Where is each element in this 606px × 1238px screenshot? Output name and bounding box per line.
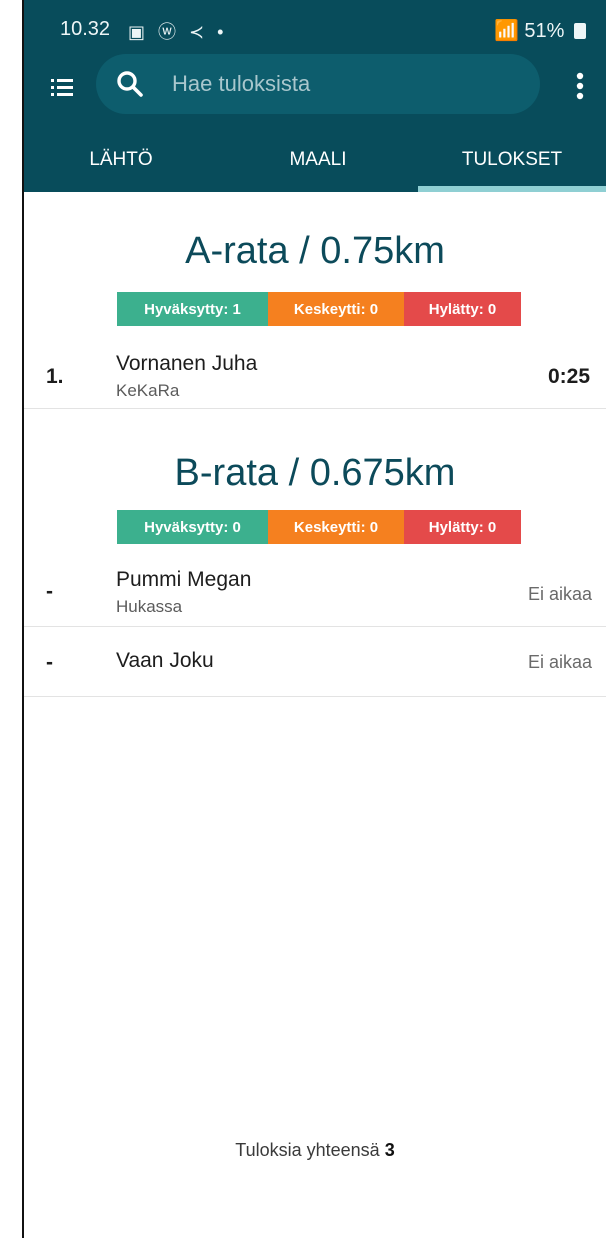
more-vert-icon (576, 72, 584, 100)
course-title-b: B-rata / 0.675km (174, 452, 456, 494)
tab-bar: LÄHTÖ MAALI TULOKSET (24, 128, 606, 192)
approved-badge: Hyväksytty: 0 (117, 510, 268, 544)
status-right: 📶 51% (494, 18, 586, 43)
competitor-name: Pummi Megan (116, 568, 252, 591)
competitor-name: Vaan Joku (116, 649, 214, 672)
results-total-count: 3 (384, 1140, 395, 1160)
results-total-label: Tuloksia yhteensä (235, 1140, 385, 1160)
search-input[interactable] (172, 64, 512, 104)
result-row[interactable]: 1. Vornanen Juha KeKaRa 0:25 (24, 336, 606, 409)
search-icon (117, 71, 143, 97)
battery-icon (574, 23, 586, 39)
notification-icons: ▣ ⓦ ≺ • (128, 22, 228, 42)
result-time: Ei aikaa (527, 652, 592, 672)
status-time: 10.32 (60, 18, 111, 40)
tab-maali[interactable]: MAALI (218, 128, 418, 192)
result-rank: - (46, 580, 53, 603)
result-rank: 1. (46, 365, 64, 388)
screen-edge (0, 0, 24, 1238)
search-bar[interactable] (96, 54, 540, 114)
course-a-stats: Hyväksytty: 1 Keskeytti: 0 Hylätty: 0 (117, 292, 521, 326)
approved-badge: Hyväksytty: 1 (117, 292, 268, 326)
tab-lahto[interactable]: LÄHTÖ (24, 128, 218, 192)
more-options-button[interactable] (564, 64, 596, 108)
result-rank: - (46, 651, 53, 674)
competitor-club: Hukassa (116, 597, 183, 616)
results-total: Tuloksia yhteensä 3 (24, 1140, 606, 1161)
competitor-name: Vornanen Juha (116, 352, 258, 375)
rejected-badge: Hylätty: 0 (404, 292, 521, 326)
course-title-a: A-rata / 0.75km (185, 230, 445, 272)
app-screen: 10.32 ▣ ⓦ ≺ • 📶 51% Hae tuloksista LÄHTÖ… (24, 0, 606, 1238)
signal-icon: 📶 (493, 20, 525, 42)
result-time: 0:25 (547, 365, 590, 388)
app-bar: 10.32 ▣ ⓦ ≺ • 📶 51% Hae tuloksista LÄHTÖ… (24, 0, 606, 192)
status-bar: 10.32 ▣ ⓦ ≺ • 📶 51% (24, 0, 606, 54)
interrupted-badge: Keskeytti: 0 (268, 510, 404, 544)
result-row[interactable]: - Pummi Megan Hukassa Ei aikaa (24, 556, 606, 627)
competitor-club: KeKaRa (116, 381, 180, 400)
menu-button[interactable] (40, 66, 84, 110)
tab-tulokset[interactable]: TULOKSET (418, 128, 606, 192)
rejected-badge: Hylätty: 0 (404, 510, 521, 544)
active-tab-indicator (418, 186, 606, 192)
result-time: Ei aikaa (527, 584, 592, 604)
menu-icon (51, 79, 73, 96)
interrupted-badge: Keskeytti: 0 (268, 292, 404, 326)
course-b-stats: Hyväksytty: 0 Keskeytti: 0 Hylätty: 0 (117, 510, 521, 544)
result-row[interactable]: - Vaan Joku Ei aikaa (24, 627, 606, 697)
battery-level: 51% (524, 20, 565, 42)
